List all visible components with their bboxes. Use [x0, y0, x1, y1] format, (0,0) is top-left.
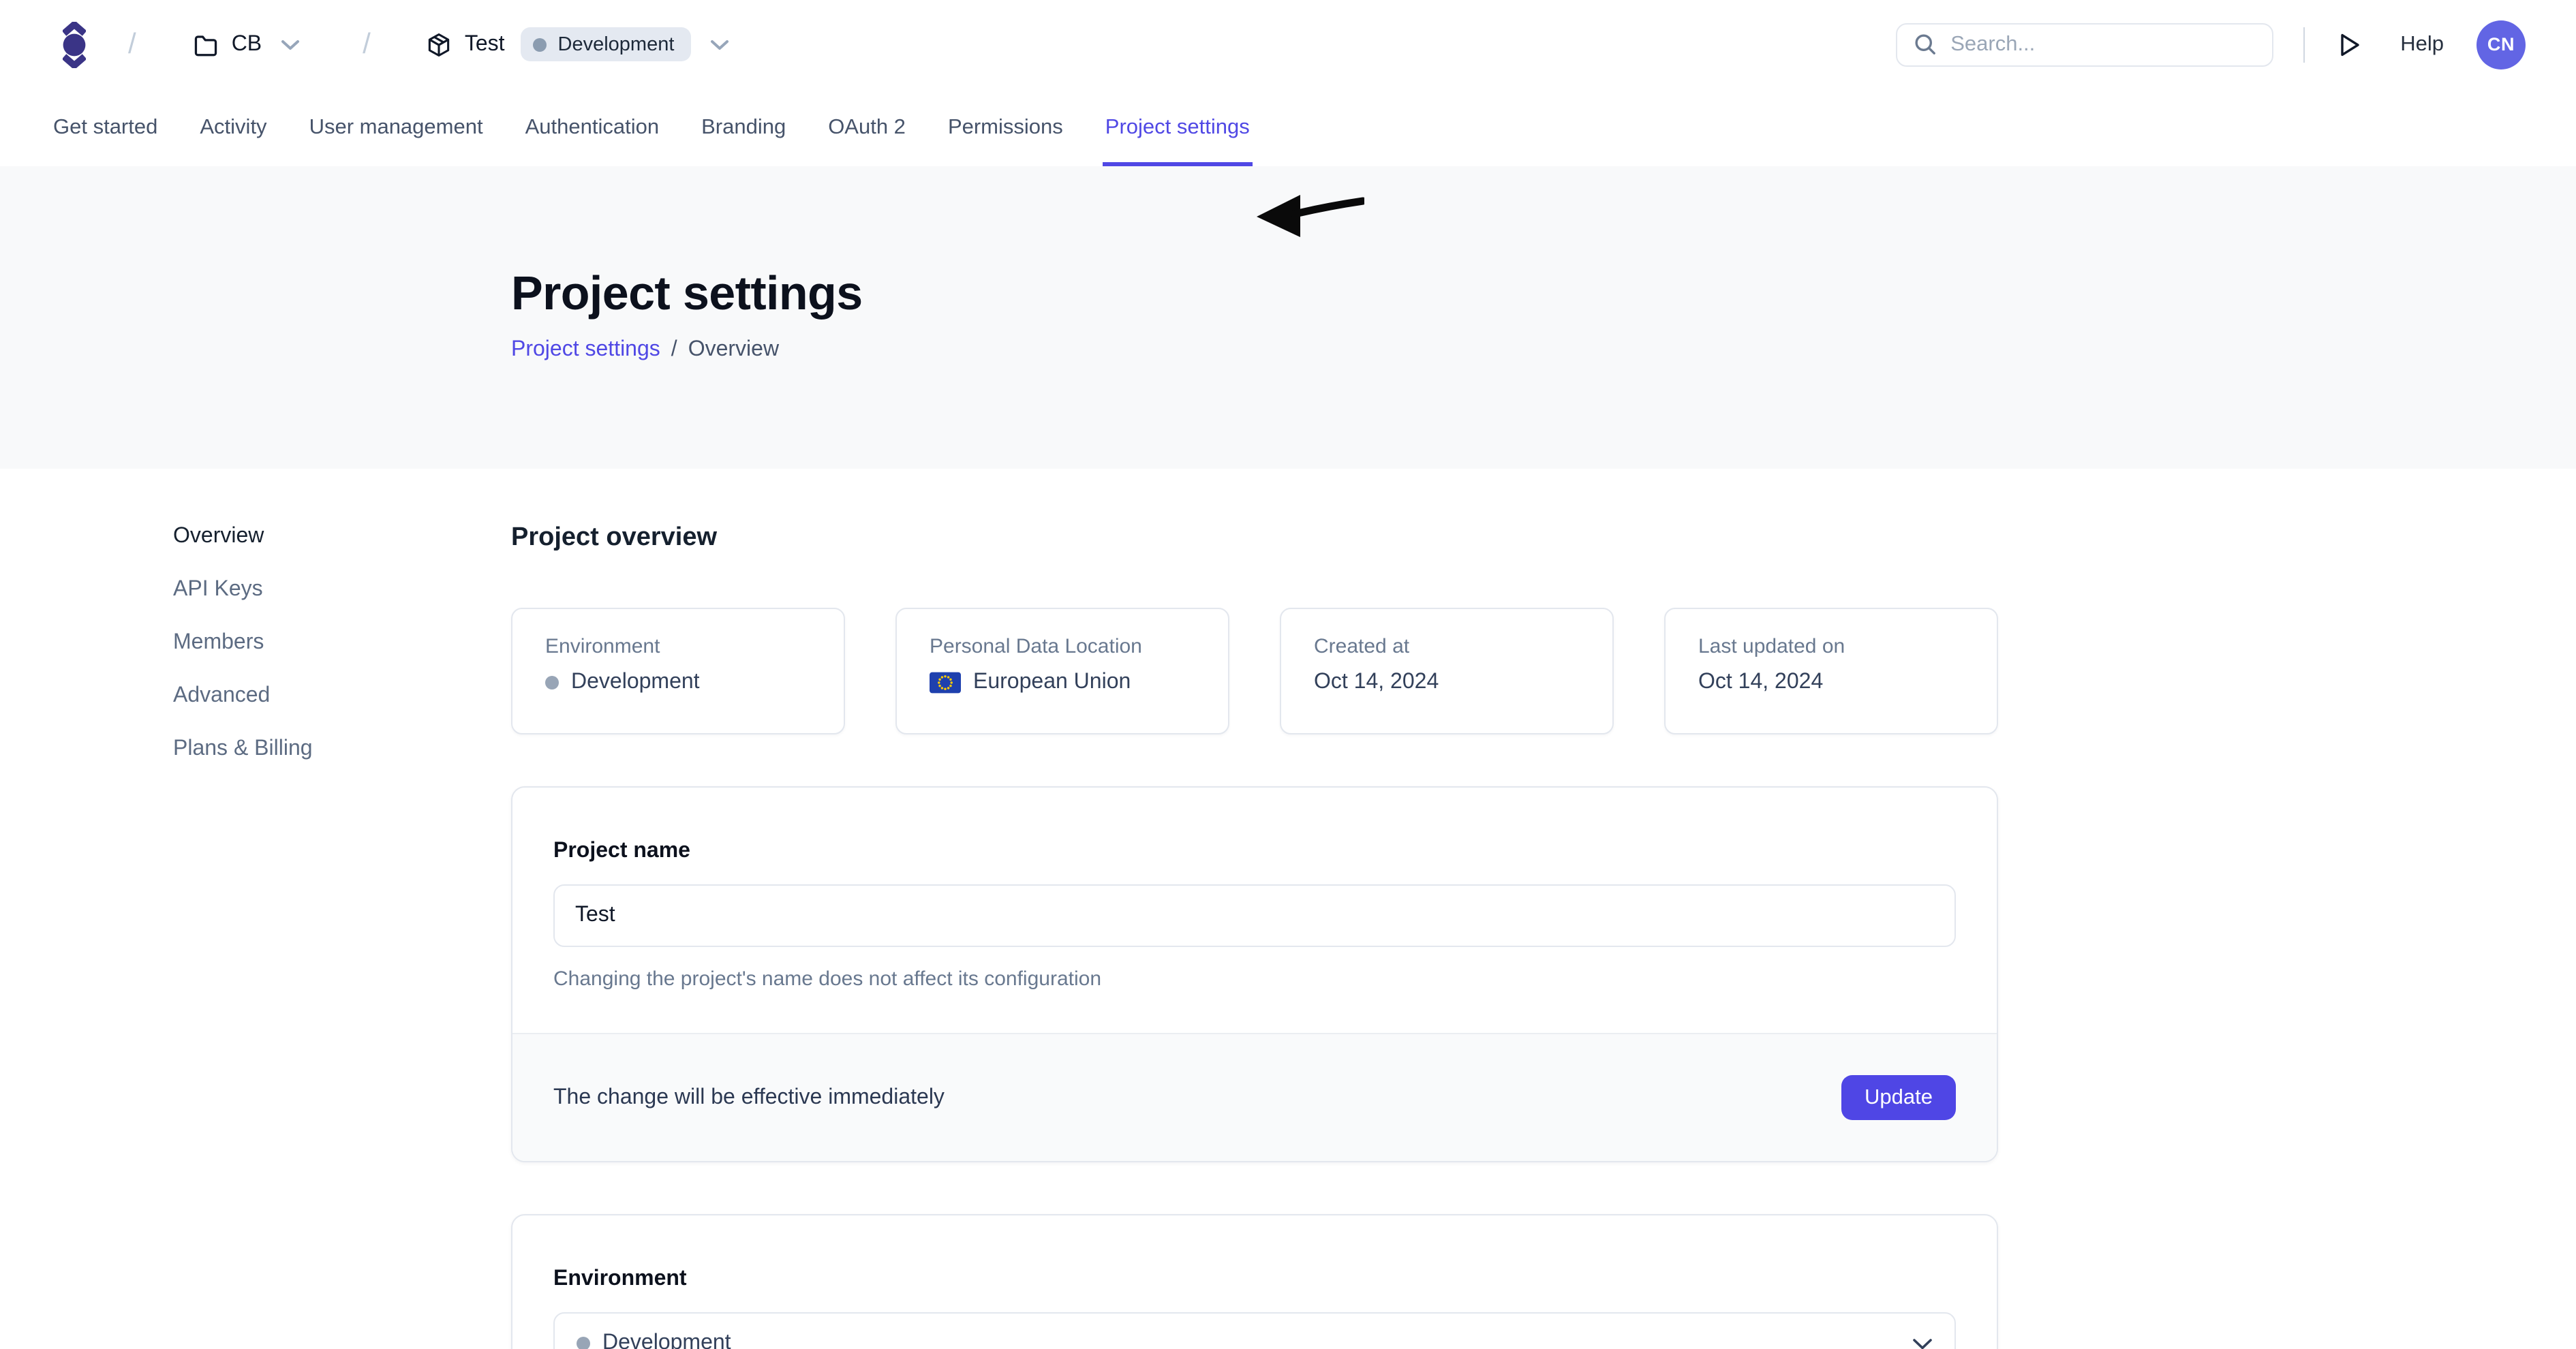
- project-switcher[interactable]: Test: [425, 31, 505, 58]
- chevron-down-icon[interactable]: [709, 39, 729, 50]
- info-cards-row: Environment Development Personal Data Lo…: [511, 608, 1998, 734]
- info-card-value-text: Oct 14, 2024: [1314, 670, 1439, 695]
- info-card-label: Last updated on: [1698, 635, 1964, 658]
- main-panel: Project overview Environment Development…: [511, 469, 1998, 1349]
- user-avatar[interactable]: CN: [2477, 20, 2526, 69]
- info-card-environment: Environment Development: [511, 608, 845, 734]
- breadcrumb-separator: /: [363, 28, 371, 61]
- tab-activity[interactable]: Activity: [200, 89, 266, 166]
- environment-badge-label: Development: [558, 33, 675, 55]
- info-card-value: European Union: [930, 670, 1195, 695]
- project-name-card: Project name Changing the project's name…: [511, 786, 1998, 1162]
- top-bar-actions: Help CN: [1896, 20, 2526, 69]
- search-input[interactable]: [1950, 32, 2256, 57]
- info-card-label: Personal Data Location: [930, 635, 1195, 658]
- sidebar-item-api-keys[interactable]: API Keys: [173, 576, 313, 604]
- info-card-label: Environment: [545, 635, 811, 658]
- breadcrumb-link[interactable]: Project settings: [511, 338, 660, 362]
- info-card-label: Created at: [1314, 635, 1580, 658]
- info-card-value: Oct 14, 2024: [1314, 670, 1580, 695]
- tab-permissions[interactable]: Permissions: [948, 89, 1063, 166]
- org-name: CB: [232, 32, 262, 57]
- update-button[interactable]: Update: [1841, 1075, 1956, 1120]
- project-name-input[interactable]: [553, 884, 1956, 947]
- tab-user-management[interactable]: User management: [309, 89, 483, 166]
- org-switcher[interactable]: CB: [192, 31, 262, 58]
- project-name-helper: Changing the project's name does not aff…: [553, 967, 1956, 991]
- info-card-created-at: Created at Oct 14, 2024: [1280, 608, 1614, 734]
- status-dot: [577, 1337, 590, 1349]
- environment-badge: Development: [521, 27, 691, 61]
- environment-card-body: Environment Development: [512, 1215, 1997, 1349]
- help-link[interactable]: Help: [2400, 32, 2444, 57]
- info-card-data-location: Personal Data Location: [895, 608, 1229, 734]
- info-card-value-text: Development: [571, 670, 700, 695]
- tab-get-started[interactable]: Get started: [53, 89, 157, 166]
- project-name-label: Project name: [553, 839, 1956, 864]
- tab-authentication[interactable]: Authentication: [525, 89, 660, 166]
- search-box[interactable]: [1896, 22, 2273, 66]
- status-dot: [534, 37, 547, 51]
- sidebar-item-plans-billing[interactable]: Plans & Billing: [173, 736, 313, 763]
- environment-label: Environment: [553, 1267, 1956, 1292]
- chevron-down-icon[interactable]: [281, 39, 300, 50]
- info-card-value-text: Oct 14, 2024: [1698, 670, 1823, 695]
- sidebar-item-overview[interactable]: Overview: [173, 523, 313, 551]
- environment-select-value: Development: [602, 1331, 731, 1349]
- tab-oauth-2[interactable]: OAuth 2: [828, 89, 906, 166]
- project-name-card-footer: The change will be effective immediately…: [512, 1033, 1997, 1161]
- tab-project-settings[interactable]: Project settings: [1105, 89, 1250, 166]
- workspace-breadcrumb: / CB /: [63, 21, 729, 67]
- environment-card: Environment Development: [511, 1214, 1998, 1349]
- info-card-value: Development: [545, 670, 811, 695]
- logo-mark-icon[interactable]: [63, 21, 86, 67]
- eu-flag-icon: [930, 672, 961, 694]
- page-header: Project settings Project settings / Over…: [0, 166, 2576, 469]
- breadcrumb-separator: /: [671, 338, 677, 362]
- footer-note: The change will be effective immediately: [553, 1085, 945, 1110]
- info-card-last-updated: Last updated on Oct 14, 2024: [1664, 608, 1998, 734]
- status-dot: [545, 676, 559, 689]
- sidebar-item-members[interactable]: Members: [173, 630, 313, 657]
- settings-sidebar: Overview API Keys Members Advanced Plans…: [173, 523, 313, 763]
- section-title: Project overview: [511, 523, 1998, 553]
- info-card-value: Oct 14, 2024: [1698, 670, 1964, 695]
- package-icon: [425, 31, 453, 58]
- page-title: Project settings: [511, 267, 2576, 322]
- project-name: Test: [465, 32, 505, 57]
- sidebar-item-advanced[interactable]: Advanced: [173, 683, 313, 710]
- environment-select[interactable]: Development: [553, 1312, 1956, 1349]
- nav-tabs: Get started Activity User management Aut…: [0, 89, 2576, 166]
- play-icon[interactable]: [2336, 31, 2361, 58]
- info-card-value-text: European Union: [973, 670, 1131, 695]
- search-icon: [1914, 33, 1937, 56]
- tab-branding[interactable]: Branding: [701, 89, 786, 166]
- divider: [2303, 27, 2305, 62]
- project-name-card-body: Project name Changing the project's name…: [512, 788, 1997, 1033]
- page-breadcrumb: Project settings / Overview: [511, 338, 2576, 362]
- breadcrumb-current: Overview: [688, 338, 779, 362]
- breadcrumb-separator: /: [128, 28, 136, 61]
- app-window: / CB /: [0, 0, 2576, 1349]
- chevron-down-icon: [1912, 1337, 1933, 1349]
- top-bar: / CB /: [0, 0, 2576, 89]
- content-area: Overview API Keys Members Advanced Plans…: [0, 469, 2576, 1349]
- folder-icon: [192, 31, 219, 58]
